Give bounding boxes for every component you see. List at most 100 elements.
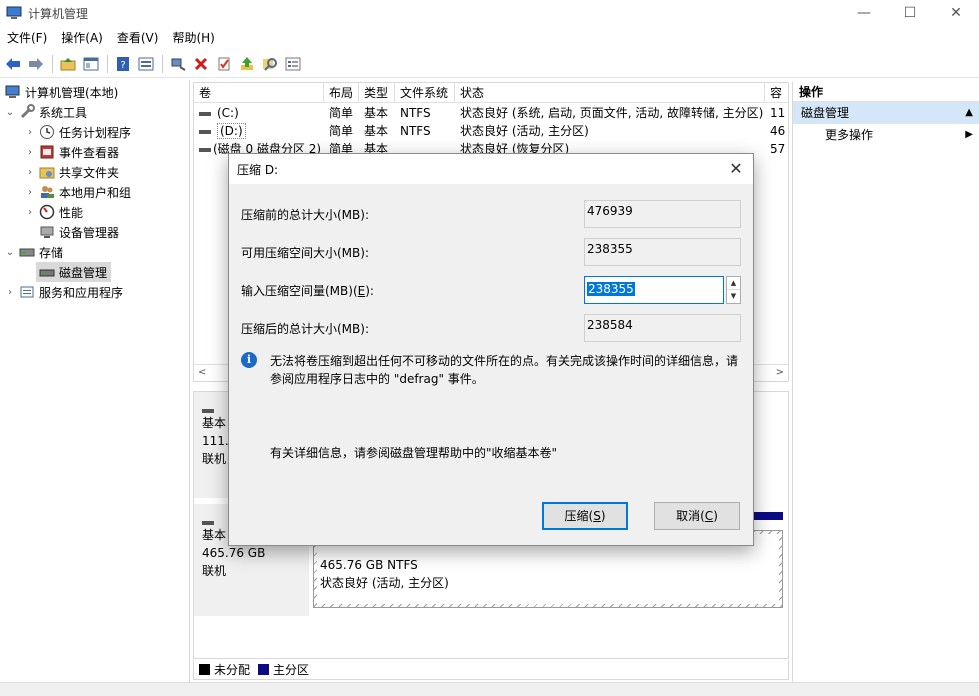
shrink-amount-input[interactable]: 238355	[584, 276, 724, 304]
shrink-amount-label: 输入压缩空间量(MB)(E):	[241, 284, 374, 298]
tree-item-disk-management[interactable]: 磁盘管理	[36, 262, 112, 282]
toolbar-separator	[52, 54, 53, 73]
minimize-button[interactable]: —	[841, 0, 887, 26]
tree-item-event-viewer[interactable]: › 事件查看器	[24, 142, 119, 162]
chevron-right-icon[interactable]: ›	[24, 147, 36, 158]
chevron-right-icon[interactable]: ›	[4, 287, 16, 298]
forward-button[interactable]	[25, 53, 47, 75]
dialog-title-bar: 压缩 D: ✕	[229, 154, 753, 184]
back-button[interactable]	[2, 53, 24, 75]
legend-unallocated: 未分配	[214, 663, 251, 677]
computer-management-icon	[5, 84, 21, 100]
disk-icon	[202, 521, 214, 525]
up-arrow-icon	[241, 56, 253, 70]
storage-icon	[19, 244, 35, 260]
tree-item-root[interactable]: 计算机管理(本地)	[2, 82, 118, 102]
chevron-right-icon[interactable]: ›	[24, 187, 36, 198]
checklist-icon	[218, 57, 230, 70]
toolbar: ?	[0, 50, 979, 78]
scroll-right-icon[interactable]: >	[776, 367, 784, 378]
event-viewer-icon	[39, 144, 55, 160]
performance-icon	[39, 204, 55, 220]
column-header-capacity[interactable]: 容	[765, 83, 788, 103]
stepper-up-icon[interactable]: ▲	[727, 277, 740, 290]
tools-icon	[19, 104, 35, 120]
up-folder-button[interactable]	[57, 53, 79, 75]
disk-legend: 未分配 主分区	[193, 660, 789, 680]
stepper-down-icon[interactable]: ▼	[727, 290, 740, 303]
connect-icon	[171, 58, 186, 71]
folder-up-icon	[60, 57, 76, 70]
list-view-button[interactable]	[282, 53, 304, 75]
info-icon: i	[241, 352, 257, 368]
scroll-left-icon[interactable]: <	[198, 367, 206, 378]
tree-item-system-tools[interactable]: ⌄ 系统工具	[4, 102, 87, 122]
shared-folder-icon	[39, 164, 55, 180]
properties-view-button[interactable]	[135, 53, 157, 75]
cancel-button[interactable]: 取消(C)	[654, 502, 740, 530]
maximize-button[interactable]: ☐	[887, 0, 933, 26]
status-bar	[0, 682, 979, 696]
total-before-field: 476939	[584, 200, 741, 228]
console-tree-icon	[83, 57, 99, 70]
tree-item-task-scheduler[interactable]: › 任务计划程序	[24, 122, 131, 142]
tree-item-performance[interactable]: › 性能	[24, 202, 83, 222]
upgrade-button[interactable]	[236, 53, 258, 75]
column-header-type[interactable]: 类型	[359, 83, 395, 103]
menu-help[interactable]: 帮助(H)	[165, 27, 221, 49]
shrink-button[interactable]: 压缩(S)	[542, 502, 628, 530]
dialog-close-button[interactable]: ✕	[727, 160, 745, 178]
column-header-volume[interactable]: 卷	[194, 83, 324, 103]
chevron-down-icon[interactable]: ⌄	[4, 107, 16, 118]
search-icon	[263, 57, 277, 71]
tree-item-shared-folders[interactable]: › 共享文件夹	[24, 162, 119, 182]
tree-item-storage[interactable]: ⌄ 存储	[4, 242, 63, 262]
menu-file[interactable]: 文件(F)	[0, 27, 54, 49]
expand-right-icon: ▶	[965, 129, 973, 140]
chevron-down-icon[interactable]: ⌄	[4, 247, 16, 258]
help-button[interactable]: ?	[112, 53, 134, 75]
svg-text:?: ?	[120, 60, 125, 71]
chevron-right-icon[interactable]: ›	[24, 167, 36, 178]
tree-item-local-users[interactable]: › 本地用户和组	[24, 182, 131, 202]
connect-button[interactable]	[167, 53, 189, 75]
info-text: 无法将卷压缩到超出任何不可移动的文件所在的点。有关完成该操作时间的详细信息，请参…	[270, 354, 739, 386]
device-manager-icon	[39, 224, 55, 240]
volume-row-d[interactable]: (D:) 简单 基本 NTFS 状态良好 (活动, 主分区) 46	[194, 122, 788, 140]
chevron-right-icon[interactable]: ›	[24, 127, 36, 138]
more-actions-item[interactable]: 更多操作 ▶	[793, 124, 979, 146]
available-field: 238355	[584, 238, 741, 266]
menu-view[interactable]: 查看(V)	[110, 27, 166, 49]
column-header-status[interactable]: 状态	[455, 83, 765, 103]
collapse-up-icon[interactable]: ▲	[965, 102, 973, 124]
unallocated-swatch	[199, 664, 210, 675]
legend-primary: 主分区	[273, 663, 310, 677]
check-button[interactable]	[213, 53, 235, 75]
tree-item-device-manager[interactable]: 设备管理器	[36, 222, 119, 242]
computer-management-icon	[6, 5, 22, 21]
more-info-text: 有关详细信息，请参阅磁盘管理帮助中的"收缩基本卷"	[270, 446, 558, 460]
column-header-layout[interactable]: 布局	[324, 83, 359, 103]
volume-row-c[interactable]: (C:) 简单 基本 NTFS 状态良好 (系统, 启动, 页面文件, 活动, …	[194, 104, 788, 122]
close-button[interactable]: ✕	[933, 0, 979, 26]
volume-icon	[199, 147, 211, 152]
actions-panel: 操作 磁盘管理 ▲ 更多操作 ▶	[792, 82, 979, 682]
actions-section-disk-management[interactable]: 磁盘管理 ▲	[793, 102, 979, 124]
total-after-label: 压缩后的总计大小(MB):	[241, 322, 369, 336]
tree-item-services-apps[interactable]: › 服务和应用程序	[4, 282, 123, 302]
delete-x-icon	[194, 57, 208, 70]
users-icon	[39, 184, 55, 200]
volume-icon	[199, 111, 211, 116]
search-button[interactable]	[259, 53, 281, 75]
show-hide-tree-button[interactable]	[80, 53, 102, 75]
shrink-amount-stepper[interactable]: ▲ ▼	[726, 276, 741, 304]
column-header-filesystem[interactable]: 文件系统	[395, 83, 455, 103]
shrink-dialog: 压缩 D: ✕ 压缩前的总计大小(MB): 476939 可用压缩空间大小(MB…	[228, 153, 754, 546]
dialog-title: 压缩 D:	[237, 162, 279, 177]
back-arrow-icon	[6, 57, 20, 70]
total-after-field: 238584	[584, 314, 741, 342]
menu-action[interactable]: 操作(A)	[54, 27, 110, 49]
title-bar: 计算机管理 — ☐ ✕	[0, 0, 979, 26]
chevron-right-icon[interactable]: ›	[24, 207, 36, 218]
delete-button[interactable]	[190, 53, 212, 75]
